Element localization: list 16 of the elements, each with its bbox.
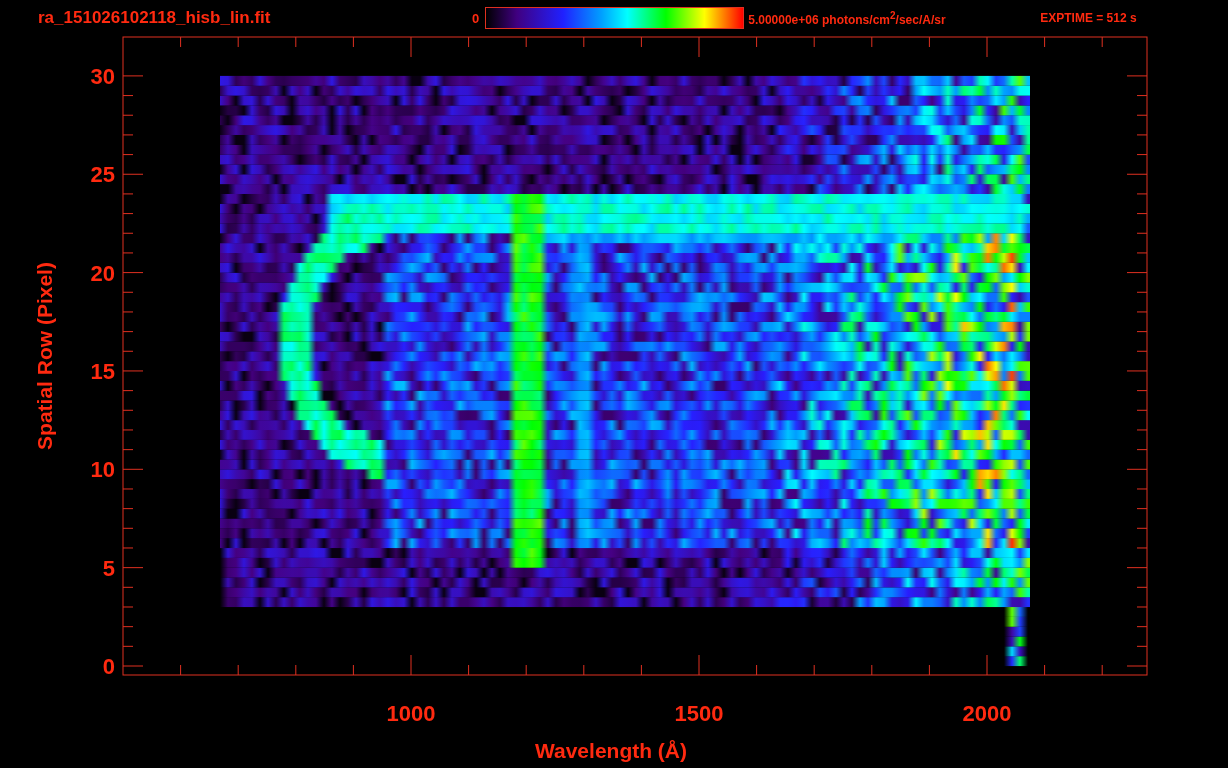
colorbar-min-label: 0 — [472, 10, 480, 26]
y-tick-label: 5 — [102, 555, 115, 581]
y-tick-label: 20 — [90, 260, 115, 286]
x-tick-label: 1000 — [386, 701, 436, 726]
y-axis-label: Spatial Row (Pixel) — [33, 262, 56, 450]
exposure-time: EXPTIME = 512 s — [1040, 11, 1137, 25]
x-tick-label: 2000 — [962, 701, 1012, 726]
file-name: ra_151026102118_hisb_lin.fit — [38, 8, 272, 28]
y-tick-label: 10 — [90, 457, 115, 483]
y-tick-label: 30 — [90, 63, 115, 89]
y-tick-label: 0 — [102, 654, 115, 679]
x-axis-label: Wavelength (Å) — [534, 739, 688, 762]
x-tick-label: 1500 — [674, 701, 724, 726]
y-tick-label: 25 — [90, 162, 115, 188]
colorbar-max-label: 5.00000e+06 photons/cm$^{2}$/sec/A/sr — [748, 9, 947, 27]
y-tick-label: 15 — [90, 358, 115, 384]
